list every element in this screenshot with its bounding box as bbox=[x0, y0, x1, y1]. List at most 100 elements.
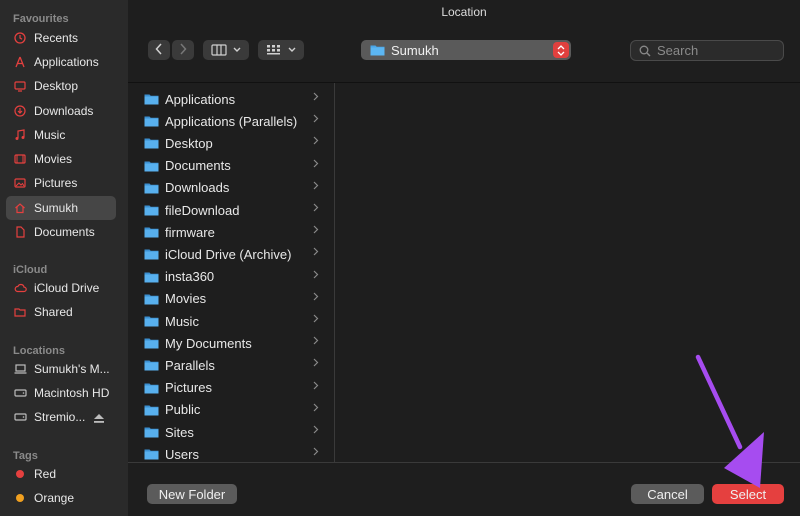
search-placeholder: Search bbox=[657, 43, 699, 58]
sidebar-item-label: Shared bbox=[34, 305, 73, 319]
sidebar-item-shared[interactable]: Shared bbox=[6, 300, 116, 324]
forward-button[interactable] bbox=[172, 40, 194, 60]
file-name: Applications bbox=[165, 91, 236, 107]
applications-icon bbox=[13, 55, 27, 69]
sidebar-item-tag-orange[interactable]: Orange bbox=[6, 486, 116, 510]
file-row[interactable]: Applications (Parallels) bbox=[128, 110, 334, 132]
sidebar-item-label: Pictures bbox=[34, 176, 78, 190]
footer-divider bbox=[128, 462, 800, 463]
file-row[interactable]: Users bbox=[128, 443, 334, 463]
file-name: Music bbox=[165, 313, 199, 329]
select-button[interactable]: Select bbox=[712, 484, 784, 504]
file-row[interactable]: Applications bbox=[128, 88, 334, 110]
sidebar-item-movies[interactable]: Movies bbox=[6, 147, 116, 171]
file-row[interactable]: My Documents bbox=[128, 332, 334, 354]
film-icon bbox=[13, 152, 27, 166]
file-name: iCloud Drive (Archive) bbox=[165, 246, 292, 262]
cancel-button[interactable]: Cancel bbox=[631, 484, 704, 504]
sidebar-item-documents[interactable]: Documents bbox=[6, 220, 116, 244]
sidebar-item-sumukhs-mac[interactable]: Sumukh's M... bbox=[6, 357, 116, 381]
file-name: Sites bbox=[165, 424, 194, 440]
sidebar-item-music[interactable]: Music bbox=[6, 123, 116, 147]
sidebar-item-label: Applications bbox=[34, 55, 99, 69]
orange-tag-icon bbox=[13, 491, 27, 505]
main-pane: Location Sumukh Search Applications Appli… bbox=[128, 0, 800, 516]
columns-view-icon bbox=[211, 44, 227, 56]
file-name: Documents bbox=[165, 158, 231, 174]
chevron-right-icon bbox=[313, 203, 319, 215]
chevron-right-icon bbox=[313, 381, 319, 393]
file-row[interactable]: Sites bbox=[128, 421, 334, 443]
file-name: My Documents bbox=[165, 335, 252, 351]
file-row[interactable]: Music bbox=[128, 310, 334, 332]
chevron-down-icon bbox=[288, 47, 296, 53]
chevron-right-icon bbox=[313, 159, 319, 171]
sidebar-item-label: Desktop bbox=[34, 79, 79, 93]
folder-icon bbox=[144, 293, 159, 305]
sidebar-item-pictures[interactable]: Pictures bbox=[6, 171, 116, 195]
location-popup[interactable]: Sumukh bbox=[361, 40, 571, 60]
chevron-right-icon bbox=[179, 42, 187, 58]
search-field[interactable]: Search bbox=[630, 40, 784, 61]
download-icon bbox=[13, 104, 27, 118]
file-row[interactable]: Movies bbox=[128, 288, 334, 310]
folder-icon bbox=[144, 337, 159, 349]
file-row[interactable]: Parallels bbox=[128, 354, 334, 376]
sidebar-item-downloads[interactable]: Downloads bbox=[6, 99, 116, 123]
back-button[interactable] bbox=[148, 40, 170, 60]
eject-icon[interactable] bbox=[93, 411, 105, 429]
file-name: Movies bbox=[165, 291, 207, 307]
folder-icon bbox=[144, 382, 159, 394]
sidebar-item-sumukh[interactable]: Sumukh bbox=[6, 196, 116, 220]
laptop-icon bbox=[13, 362, 27, 376]
folder-icon bbox=[144, 226, 159, 238]
sidebar-item-label: Sumukh bbox=[34, 201, 79, 215]
group-button[interactable] bbox=[258, 40, 304, 60]
up-down-chevron-icon bbox=[553, 42, 569, 58]
sidebar-section-icloud: iCloud bbox=[13, 264, 48, 276]
chevron-right-icon bbox=[313, 403, 319, 415]
folder-icon bbox=[144, 160, 159, 172]
sidebar-item-label: Recents bbox=[34, 31, 79, 45]
sidebar-item-tag-red[interactable]: Red bbox=[6, 462, 116, 486]
file-row[interactable]: insta360 bbox=[128, 266, 334, 288]
sidebar: Favourites Recents Applications Desktop … bbox=[0, 0, 128, 516]
grid-icon bbox=[266, 44, 282, 56]
file-row[interactable]: iCloud Drive (Archive) bbox=[128, 243, 334, 265]
file-name: fileDownload bbox=[165, 202, 240, 218]
file-row[interactable]: Downloads bbox=[128, 177, 334, 199]
chevron-right-icon bbox=[313, 270, 319, 282]
chevron-left-icon bbox=[155, 42, 163, 58]
file-row[interactable]: Pictures bbox=[128, 377, 334, 399]
file-name: Applications (Parallels) bbox=[165, 113, 298, 129]
folder-icon bbox=[144, 115, 159, 127]
sidebar-item-recents[interactable]: Recents bbox=[6, 26, 116, 50]
new-folder-button[interactable]: New Folder bbox=[147, 484, 237, 504]
file-row[interactable]: Public bbox=[128, 399, 334, 421]
file-name: firmware bbox=[165, 224, 215, 240]
sidebar-item-macintosh-hd[interactable]: Macintosh HD bbox=[6, 381, 116, 405]
chevron-down-icon bbox=[233, 47, 241, 53]
file-row[interactable]: firmware bbox=[128, 221, 334, 243]
folder-icon bbox=[144, 271, 159, 283]
chevron-right-icon bbox=[313, 358, 319, 370]
file-name: Desktop bbox=[165, 135, 213, 151]
music-note-icon bbox=[13, 128, 27, 142]
file-column[interactable]: Applications Applications (Parallels) Desk… bbox=[128, 83, 334, 463]
file-row[interactable]: Documents bbox=[128, 155, 334, 177]
view-columns-button[interactable] bbox=[203, 40, 249, 60]
search-icon bbox=[639, 45, 651, 57]
sidebar-item-label: Orange bbox=[34, 491, 75, 505]
column-divider[interactable] bbox=[334, 83, 335, 463]
chevron-right-icon bbox=[313, 92, 319, 104]
file-name: Parallels bbox=[165, 357, 215, 373]
file-row[interactable]: Desktop bbox=[128, 132, 334, 154]
sidebar-item-applications[interactable]: Applications bbox=[6, 50, 116, 74]
sidebar-item-desktop[interactable]: Desktop bbox=[6, 74, 116, 98]
folder-icon bbox=[144, 448, 159, 460]
window-title: Location bbox=[441, 5, 487, 19]
sidebar-item-icloud-drive[interactable]: iCloud Drive bbox=[6, 276, 116, 300]
chevron-right-icon bbox=[313, 136, 319, 148]
folder-icon bbox=[144, 359, 159, 371]
file-row[interactable]: fileDownload bbox=[128, 199, 334, 221]
